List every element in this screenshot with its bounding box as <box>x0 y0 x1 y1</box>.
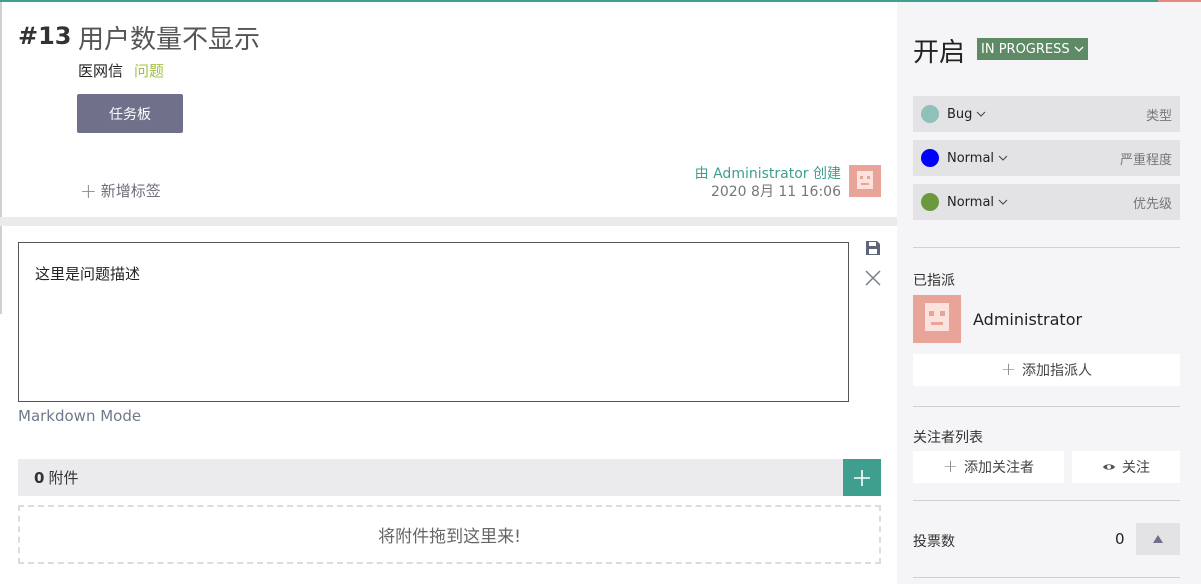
chevron-down-icon <box>1074 46 1084 52</box>
status-title: 开启 <box>913 38 966 68</box>
taskboard-button[interactable]: 任务板 <box>77 94 183 133</box>
triangle-up-icon <box>1153 535 1163 543</box>
attachments-label: 附件 <box>48 469 79 487</box>
status-badge-label: IN PROGRESS <box>981 41 1070 57</box>
sidebar-divider <box>913 406 1180 407</box>
severity-color-dot <box>921 149 939 167</box>
attachment-drop-zone[interactable]: 将附件拖到这里来! <box>18 505 881 564</box>
project-name[interactable]: 医网信 <box>78 60 123 81</box>
assignee-name[interactable]: Administrator <box>973 310 1082 329</box>
sidebar-divider <box>913 247 1180 248</box>
creator-avatar[interactable] <box>849 165 881 197</box>
add-tag-label: 新增标签 <box>100 182 161 200</box>
issue-sidebar: 开启 IN PROGRESS Bug 类型 Normal 严重程度 Normal… <box>897 2 1201 584</box>
sidebar-divider <box>913 577 1180 578</box>
chevron-down-icon <box>977 111 986 117</box>
add-watcher-button[interactable]: + 添加关注者 <box>913 451 1064 483</box>
plus-icon <box>854 469 870 486</box>
close-icon[interactable] <box>863 268 883 288</box>
priority-color-dot <box>921 193 939 211</box>
votes-label: 投票数 <box>913 534 955 550</box>
identicon-icon <box>913 295 961 343</box>
attribute-priority[interactable]: Normal 优先级 <box>913 184 1180 220</box>
sidebar-divider <box>913 500 1180 501</box>
issue-subject[interactable]: 用户数量不显示 <box>78 19 260 56</box>
description-editor[interactable]: 这里是问题描述 <box>18 242 849 402</box>
add-assignee-button[interactable]: + 添加指派人 <box>913 354 1180 386</box>
created-by[interactable]: 由 Administrator 创建 <box>695 165 841 183</box>
identicon-icon <box>849 165 881 197</box>
attachments-header: 0 附件 <box>18 459 844 496</box>
add-watcher-label: 添加关注者 <box>964 460 1035 476</box>
created-date: 2020 8月 11 16:06 <box>710 184 841 200</box>
type-value: Bug <box>947 106 973 122</box>
type-color-dot <box>921 105 939 123</box>
plus-icon: + <box>942 456 959 477</box>
add-tag-button[interactable]: + 新增标签 <box>80 180 161 201</box>
plus-icon: + <box>1000 359 1017 380</box>
severity-label: 严重程度 <box>1119 152 1172 168</box>
created-info: 由 Administrator 创建 2020 8月 11 16:06 <box>695 165 841 201</box>
issue-main: #13 用户数量不显示 医网信 问题 任务板 + 新增标签 由 Administ… <box>0 2 897 584</box>
add-assignee-label: 添加指派人 <box>1022 363 1093 379</box>
plus-icon: + <box>80 178 97 203</box>
attachments-count: 0 <box>34 468 45 487</box>
priority-label: 优先级 <box>1132 196 1172 212</box>
status-dropdown[interactable]: IN PROGRESS <box>977 38 1088 60</box>
add-attachment-button[interactable] <box>843 459 881 496</box>
severity-value: Normal <box>947 150 995 166</box>
type-label: 类型 <box>1145 108 1172 124</box>
issue-ref: #13 <box>18 22 72 50</box>
chevron-down-icon <box>998 155 1008 161</box>
watchers-label: 关注者列表 <box>913 430 983 446</box>
issue-type-link[interactable]: 问题 <box>134 60 164 81</box>
attribute-severity[interactable]: Normal 严重程度 <box>913 140 1180 176</box>
attribute-type[interactable]: Bug 类型 <box>913 96 1180 132</box>
assignee-avatar[interactable] <box>913 295 961 343</box>
watch-label: 关注 <box>1122 460 1150 476</box>
section-divider <box>0 217 897 226</box>
markdown-mode-toggle[interactable]: Markdown Mode <box>18 407 141 425</box>
watch-button[interactable]: 关注 <box>1072 451 1180 483</box>
priority-value: Normal <box>947 194 995 210</box>
votes-count: 0 <box>1115 530 1125 548</box>
chevron-down-icon <box>998 199 1008 205</box>
eye-icon <box>1103 464 1115 470</box>
assigned-label: 已指派 <box>913 273 955 289</box>
save-icon[interactable] <box>865 240 881 256</box>
upvote-button[interactable] <box>1136 523 1180 555</box>
